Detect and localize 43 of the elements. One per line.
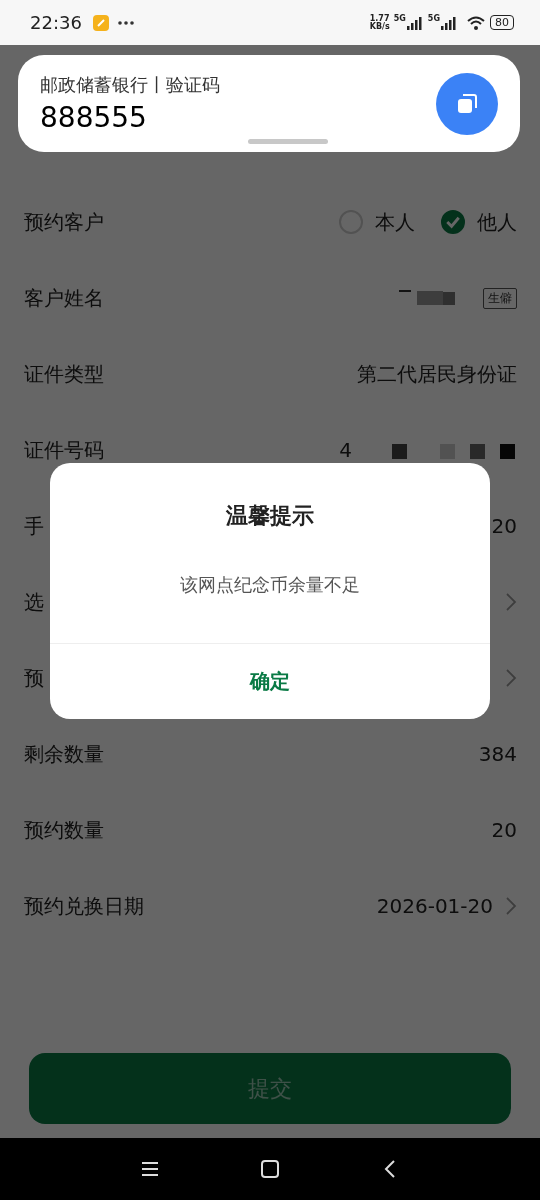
radio-option[interactable]: 他人 <box>441 208 517 236</box>
network-type: 5G <box>393 14 406 23</box>
field-label: 证件号码 <box>24 436 104 464</box>
signal-icon <box>405 15 424 30</box>
chevron-right-icon[interactable] <box>505 592 517 612</box>
verification-code: 888555 <box>40 101 148 134</box>
field-value: 4 <box>339 438 352 462</box>
field-value: 第二代居民身份证 <box>357 360 517 388</box>
network-speed: 1.77 <box>369 14 390 23</box>
dialog-title: 温馨提示 <box>226 502 314 530</box>
field-label: 选 <box>24 588 44 616</box>
field-label: 剩余数量 <box>24 740 104 768</box>
field-label: 预约客户 <box>24 208 104 236</box>
clock: 22:36 <box>30 12 82 33</box>
chevron-right-icon[interactable] <box>505 896 517 916</box>
confirm-button[interactable]: 确定 <box>50 644 490 719</box>
network-type: 5G <box>427 14 440 23</box>
notification-card[interactable]: 邮政储蓄银行丨验证码 888555 <box>18 55 520 152</box>
field-label: 手 <box>24 512 44 540</box>
drag-handle[interactable] <box>248 139 328 144</box>
field-value: 20 <box>491 514 517 538</box>
chevron-right-icon[interactable] <box>505 668 517 688</box>
field-value: 2026-01-20 <box>376 894 493 918</box>
app-notification-icon <box>91 13 110 32</box>
battery-indicator: 80 <box>490 15 514 30</box>
more-icon <box>117 19 134 26</box>
radio-option[interactable]: 本人 <box>339 208 415 236</box>
copy-icon <box>456 92 478 115</box>
field-value: 384 <box>478 742 517 766</box>
wifi-icon <box>466 14 486 31</box>
field-label: 预 <box>24 664 44 692</box>
speed-unit: KB/s <box>369 22 390 31</box>
redacted-name-drawing <box>397 288 457 308</box>
notification-title: 邮政储蓄银行丨验证码 <box>40 73 221 97</box>
rare-character-tag: 生僻 <box>483 287 517 309</box>
field-label: 证件类型 <box>24 360 104 388</box>
field-label: 预约兑换日期 <box>24 892 144 920</box>
field-label: 客户姓名 <box>24 284 104 312</box>
signal-icon <box>440 15 458 30</box>
field-value: 20 <box>491 818 517 842</box>
home-icon[interactable] <box>259 1158 281 1180</box>
dialog-message: 该网点纪念币余量不足 <box>180 573 360 597</box>
field-label: 预约数量 <box>24 816 104 844</box>
